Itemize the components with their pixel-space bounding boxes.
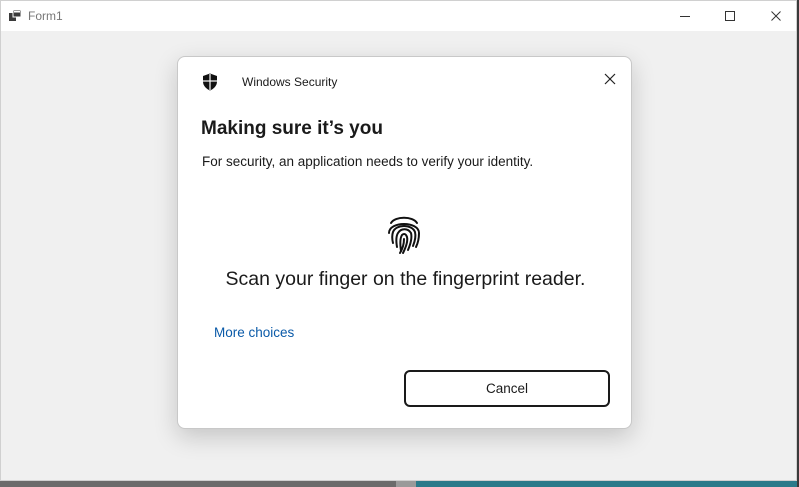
maximize-icon [725,11,735,21]
minimize-button[interactable] [662,1,708,31]
dialog-close-button[interactable] [596,65,624,93]
close-icon [604,73,616,85]
maximize-button[interactable] [707,1,753,31]
title-bar[interactable]: Form1 [1,1,796,31]
close-window-button[interactable] [753,1,799,31]
window-title: Form1 [28,9,63,23]
close-icon [771,11,781,21]
desktop-background-segment [396,481,416,487]
more-choices-link[interactable]: More choices [214,325,294,340]
fingerprint-icon [388,216,421,254]
dialog-heading: Making sure it’s you [201,118,383,139]
desktop-background [0,481,799,487]
desktop-background-segment [416,481,799,487]
shield-icon [203,73,217,91]
form-app-icon [9,10,21,21]
fingerprint-prompt: Scan your finger on the fingerprint read… [225,268,586,290]
cancel-button[interactable]: Cancel [404,370,610,407]
dialog-description: For security, an application needs to ve… [202,154,534,169]
windows-security-dialog: Windows Security Making sure it’s you Fo… [177,56,632,429]
minimize-icon [680,16,690,17]
dialog-app-title: Windows Security [242,75,338,89]
